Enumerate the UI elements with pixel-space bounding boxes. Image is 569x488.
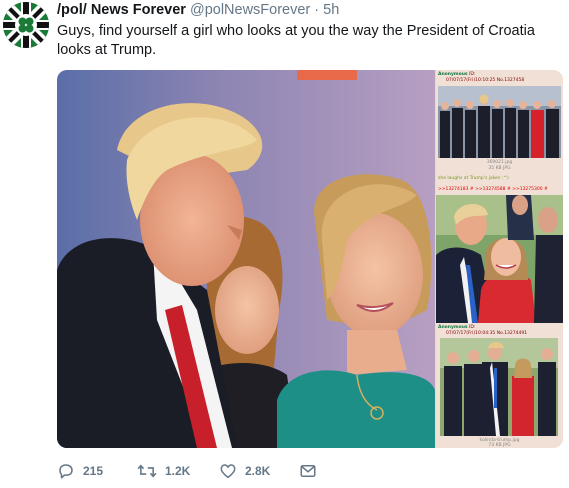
tweet-media[interactable]: Anonymous ID: 07/07/17(Fri)10:10:25 No.1… — [57, 70, 563, 448]
post1-header: Anonymous ID: — [438, 72, 475, 77]
tweet-header: /pol/ News Forever @polNewsForever · 5h — [57, 2, 339, 18]
tweet-timestamp[interactable]: 5h — [323, 2, 339, 18]
retweet-count: 1.2K — [165, 464, 191, 478]
tweet: /pol/ News Forever @polNewsForever · 5h … — [0, 0, 569, 488]
post2-header: Anonymous ID: — [438, 325, 475, 330]
standing-photo-thumbnail — [440, 338, 558, 436]
tweet-text: Guys, find yourself a girl who looks at … — [57, 23, 535, 58]
like-icon — [220, 464, 236, 479]
post1-greentext: she laughs at Trump's jokes :^) — [438, 176, 509, 181]
flag-icon — [3, 2, 49, 48]
reply-button[interactable]: 215 — [57, 460, 103, 482]
dm-icon — [300, 465, 316, 477]
like-count: 2.8K — [245, 464, 271, 478]
post1-filesize: 35 KB JPG — [488, 166, 511, 171]
post2-name: Anonymous — [438, 325, 468, 330]
avatar[interactable] — [3, 2, 49, 48]
reply-icon — [59, 464, 73, 479]
screenshot-collage[interactable]: Anonymous ID: 07/07/17(Fri)10:10:25 No.1… — [436, 70, 563, 448]
post2-filesize: 73 KB JPG — [488, 443, 511, 448]
reply-count: 215 — [83, 464, 104, 478]
post2-thumbnail[interactable] — [440, 338, 558, 436]
retweet-icon — [137, 464, 157, 478]
main-photo[interactable] — [57, 70, 435, 448]
post1-id: ID: — [469, 72, 476, 77]
post2-meta: 07/07/17(Fri)10:04:35 No.13274491 — [446, 331, 528, 336]
post1-name: Anonymous — [438, 72, 468, 77]
closeup-photo[interactable] — [436, 195, 563, 323]
display-name[interactable]: /pol/ News Forever — [57, 2, 186, 18]
post1-meta: 07/07/17(Fri)10:10:25 No.1327458 — [446, 78, 525, 83]
user-handle[interactable]: @polNewsForever — [190, 2, 310, 18]
like-button[interactable]: 2.8K — [219, 460, 270, 482]
tweet-actions: 215 1.2K 2.8K — [57, 460, 557, 482]
post1-replies[interactable]: >>13274183 # >>13274588 # >>13275300 # — [438, 187, 548, 192]
post2-id: ID: — [469, 325, 476, 330]
post1-thumbnail[interactable] — [438, 86, 561, 158]
group-photo-thumbnail — [438, 86, 561, 158]
retweet-button[interactable]: 1.2K — [137, 460, 190, 482]
separator-dot: · — [314, 2, 320, 18]
direct-message-button[interactable] — [299, 460, 325, 482]
post1-filename[interactable]: 369021.jpg — [436, 160, 563, 165]
closeup-photo-thumbnail — [436, 195, 563, 323]
